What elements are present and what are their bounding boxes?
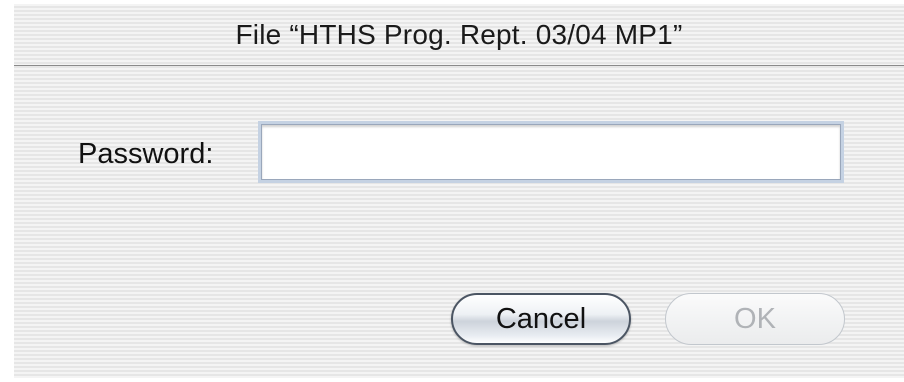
password-dialog: File “HTHS Prog. Rept. 03/04 MP1” Passwo… [14,4,904,378]
ok-button[interactable]: OK [665,293,845,345]
dialog-title: File “HTHS Prog. Rept. 03/04 MP1” [235,19,683,50]
cancel-button[interactable]: Cancel [451,293,631,345]
title-bar: File “HTHS Prog. Rept. 03/04 MP1” [14,4,904,66]
password-field[interactable] [261,124,841,180]
password-label: Password: [78,138,214,170]
